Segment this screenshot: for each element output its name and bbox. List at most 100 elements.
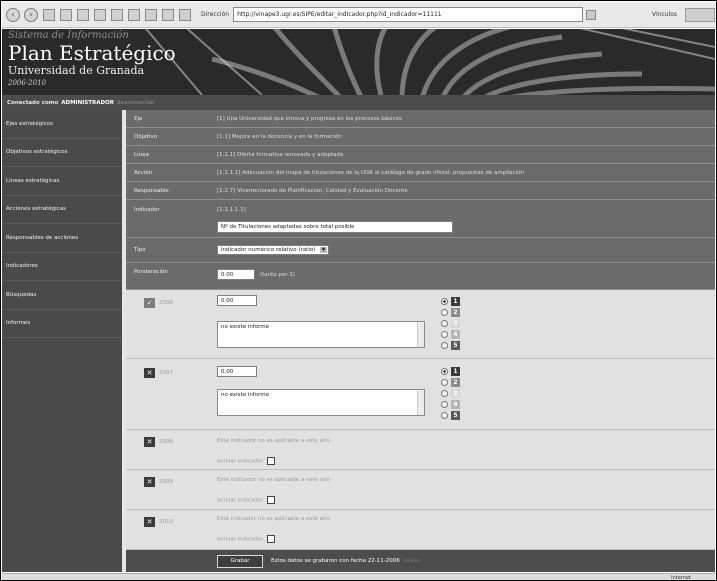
year-2007-report-textarea[interactable]: no existe informe [217, 389, 425, 416]
back-link[interactable]: volver [403, 558, 420, 564]
activate-checkbox[interactable] [267, 457, 276, 465]
level-radio-1[interactable]: 1 [441, 367, 460, 376]
level-radio-2[interactable]: 2 [441, 378, 460, 387]
level-badge: 3 [451, 389, 460, 398]
address-url: http://vinape3.ugr.es/SIPE/editar_indica… [237, 11, 442, 18]
browser-status-bar: Internet [2, 573, 715, 580]
radio-button[interactable] [441, 368, 448, 375]
tipo-label: Tipo [134, 247, 146, 253]
user-bar: Conectado como ADMINISTRADOR desconectar [2, 95, 715, 110]
logout-link[interactable]: desconectar [117, 100, 155, 106]
sidebar-item-ejes[interactable]: Ejes estratégicos [2, 110, 122, 139]
year-2007-value-input[interactable]: 0.00 [217, 366, 257, 377]
year-2007-value: 0.00 [221, 368, 234, 375]
scrollbar[interactable] [417, 322, 424, 347]
year-2006-report-textarea[interactable]: no existe informe [217, 321, 425, 348]
not-applicable-text: Este indicador no es aplicable a este añ… [217, 438, 330, 444]
refresh-icon[interactable] [60, 8, 72, 21]
sidebar-item-busquedas[interactable]: Búsquedas [2, 281, 122, 310]
ponderacion-label: Ponderación [134, 269, 168, 275]
activate-checkbox[interactable] [267, 535, 276, 543]
checked-icon[interactable]: ✓ [144, 298, 155, 308]
toolbar-extra-icon[interactable] [685, 7, 716, 22]
sidebar-item-responsables[interactable]: Responsables de acciones [2, 224, 122, 253]
level-badge: 3 [451, 319, 460, 328]
tipo-row: Tipo indicador numérico relativo (ratio)… [126, 238, 715, 263]
save-button[interactable]: Grabar [217, 554, 263, 568]
year-value: 2008 [159, 439, 173, 445]
university-name: Universidad de Granada [8, 64, 145, 77]
not-applicable-text: Este indicador no es aplicable a este añ… [217, 477, 330, 483]
level-radio-3[interactable]: 3 [441, 319, 460, 328]
activate-label: activar indicador [217, 458, 264, 465]
objetivo-label: Objetivo [134, 134, 158, 140]
radio-button[interactable] [441, 331, 448, 338]
unchecked-icon[interactable]: ✕ [144, 517, 155, 527]
stop-icon[interactable] [43, 8, 55, 21]
ponderacion-note: (tanto por 1) [260, 272, 295, 278]
level-radio-2[interactable]: 2 [441, 308, 460, 317]
level-radio-3[interactable]: 3 [441, 389, 460, 398]
search-icon[interactable] [94, 8, 106, 21]
year-2006-value-input[interactable]: 0.00 [217, 295, 257, 306]
accion-label: Acción [134, 170, 153, 176]
level-radio-5[interactable]: 5 [441, 341, 460, 350]
address-bar[interactable]: http://vinape3.ugr.es/SIPE/editar_indica… [233, 7, 583, 22]
radio-button[interactable] [441, 298, 448, 305]
print-icon[interactable] [162, 8, 174, 21]
level-radio-4[interactable]: 4 [441, 330, 460, 339]
year-2010-label: ✕ 2010 [144, 517, 173, 527]
sidebar-item-indicadores[interactable]: Indicadores [2, 253, 122, 281]
sidebar: Ejes estratégicos Objetivos estratégicos… [2, 110, 122, 572]
radio-button[interactable] [441, 342, 448, 349]
year-2007-label: ✕ 2007 [144, 368, 173, 378]
level-radio-1[interactable]: 1 [441, 297, 460, 306]
forward-icon[interactable]: › [24, 7, 38, 22]
browser-toolbar: ‹ › Dirección http://vinape3.ugr.es/SIPE… [2, 2, 716, 28]
activate-indicator: activar indicador [217, 457, 276, 465]
year-value: 2007 [159, 370, 173, 376]
sidebar-item-informes[interactable]: Informes [2, 310, 122, 338]
scrollbar[interactable] [417, 390, 424, 415]
ponderacion-input[interactable]: 0.00 [217, 269, 255, 280]
level-badge: 1 [451, 367, 460, 376]
unchecked-icon[interactable]: ✕ [144, 437, 155, 447]
year-2009-label: ✕ 2009 [144, 477, 173, 487]
sidebar-item-lineas[interactable]: Líneas estratégicas [2, 167, 122, 196]
radio-button[interactable] [441, 320, 448, 327]
history-icon[interactable] [128, 8, 140, 21]
ponderacion-row: Ponderación 0.00 (tanto por 1) [126, 263, 715, 290]
radio-button[interactable] [441, 412, 448, 419]
system-name: Sistema de Información [8, 30, 129, 41]
sidebar-item-label: Líneas estratégicas [6, 177, 60, 184]
level-badge: 2 [451, 308, 460, 317]
unchecked-icon[interactable]: ✕ [144, 477, 155, 487]
favorites-icon[interactable] [111, 8, 123, 21]
sidebar-item-acciones[interactable]: Acciones estratégicas [2, 196, 122, 224]
home-icon[interactable] [77, 8, 89, 21]
mail-icon[interactable] [145, 8, 157, 21]
radio-button[interactable] [441, 390, 448, 397]
address-dropdown-icon[interactable] [585, 9, 596, 20]
tipo-select[interactable]: indicador numérico relativo (ratio) ▼ [217, 245, 329, 255]
indicador-name-input[interactable]: Nº de Titulaciones adaptadas sobre total… [217, 221, 453, 233]
radio-button[interactable] [441, 309, 448, 316]
sidebar-item-objetivos[interactable]: Objetivos estratégicos [2, 139, 122, 167]
level-radio-4[interactable]: 4 [441, 400, 460, 409]
ponderacion-value: 0.00 [221, 271, 234, 278]
year-2007-report: no existe informe [221, 392, 270, 398]
chevron-down-icon[interactable]: ▼ [320, 247, 327, 253]
not-applicable-text: Este indicador no es aplicable a este añ… [217, 516, 330, 522]
current-user: ADMINISTRADOR [61, 99, 114, 106]
radio-button[interactable] [441, 379, 448, 386]
year-2006-value: 0.00 [221, 297, 234, 304]
level-radio-5[interactable]: 5 [441, 411, 460, 420]
radio-button[interactable] [441, 401, 448, 408]
sidebar-item-label: Acciones estratégicas [6, 206, 66, 213]
back-icon[interactable]: ‹ [6, 7, 20, 22]
unchecked-icon[interactable]: ✕ [144, 368, 155, 378]
edit-icon[interactable] [179, 8, 191, 21]
activate-checkbox[interactable] [267, 496, 276, 504]
indicador-label: Indicador [134, 207, 160, 213]
links-label[interactable]: Vínculos [652, 11, 677, 18]
